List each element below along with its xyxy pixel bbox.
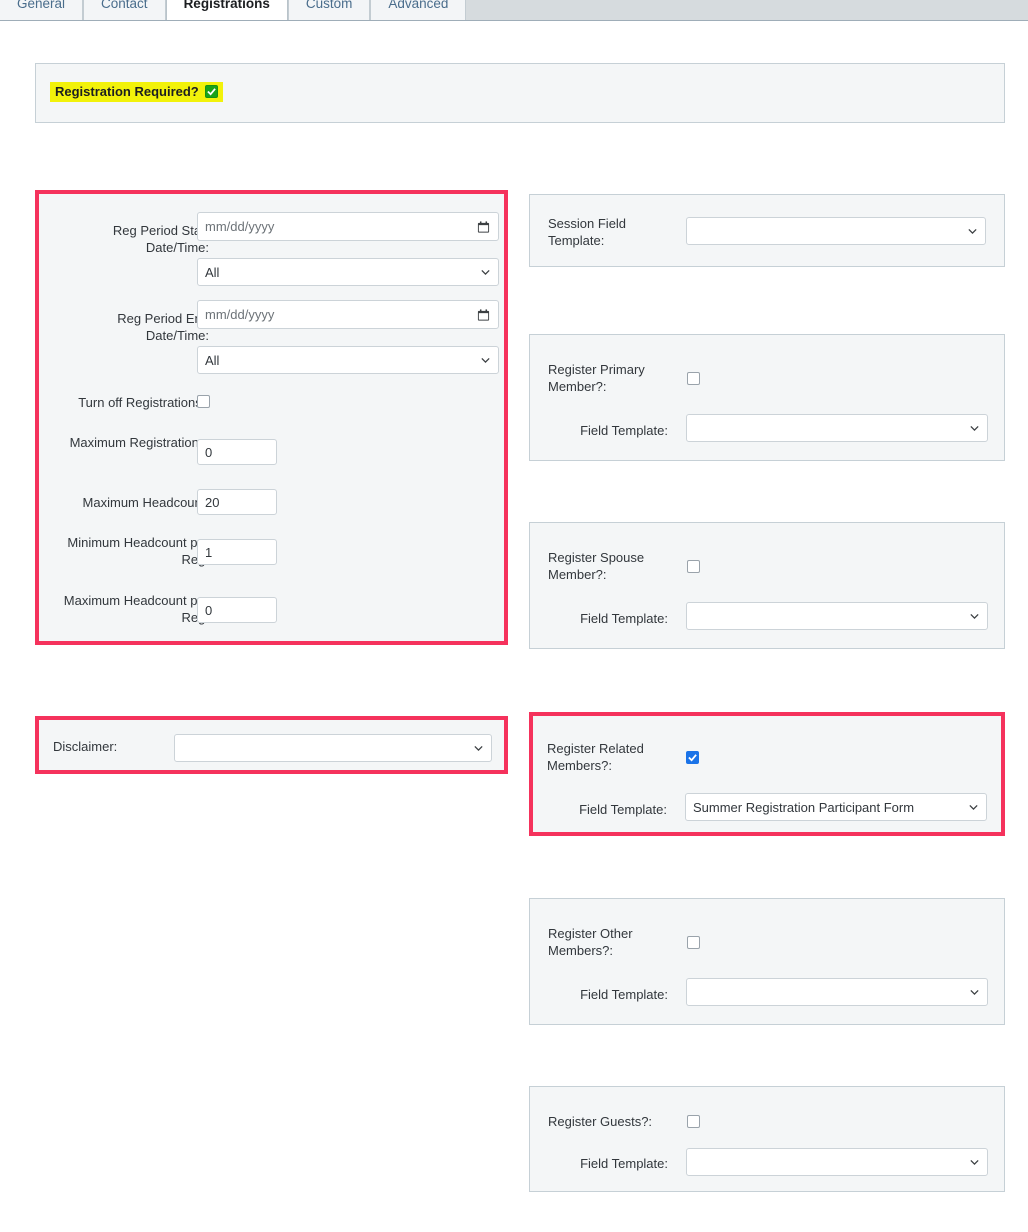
maximum-registrations-label: Maximum Registrations: [69, 435, 209, 450]
register-related-field-template-value: Summer Registration Participant Form [693, 799, 915, 815]
disclaimer-select[interactable] [174, 734, 492, 762]
chevron-down-icon [970, 1159, 979, 1166]
register-related-field-template-select[interactable]: Summer Registration Participant Form [685, 793, 987, 821]
register-other-members-panel: Register Other Members?: Field Template: [529, 898, 1005, 1025]
tab-bar: General Contact Registrations Custom Adv… [0, 0, 1028, 21]
reg-period-end-label: Reg Period End Date/Time: [117, 311, 209, 343]
registration-required-checkbox[interactable] [204, 85, 218, 98]
register-guests-panel: Register Guests?: Field Template: [529, 1086, 1005, 1192]
tab-advanced[interactable]: Advanced [370, 0, 467, 20]
maximum-registrations-input[interactable] [197, 439, 277, 465]
register-spouse-field-template-label: Field Template: [580, 611, 668, 626]
register-other-field-template-select[interactable] [686, 978, 988, 1006]
chevron-down-icon [481, 357, 490, 364]
reg-period-end-time-select[interactable]: All [197, 346, 499, 374]
register-spouse-member-label: Register Spouse Member?: [548, 550, 645, 582]
reg-period-end-date-placeholder: mm/dd/yyyy [205, 307, 275, 322]
register-related-field-template-label: Field Template: [579, 802, 667, 817]
tab-contact[interactable]: Contact [83, 0, 166, 20]
registration-required-panel: Registration Required? [35, 63, 1005, 123]
register-other-members-label: Register Other Members?: [548, 926, 633, 958]
reg-period-end-time-value: All [205, 352, 220, 368]
disclaimer-label: Disclaimer: [53, 739, 118, 754]
reg-period-start-date-placeholder: mm/dd/yyyy [205, 219, 275, 234]
chevron-down-icon [970, 613, 979, 620]
register-spouse-member-panel: Register Spouse Member?: Field Template: [529, 522, 1005, 649]
session-field-template-label: Session Field Template: [548, 216, 627, 248]
tab-registrations[interactable]: Registrations [165, 0, 288, 20]
calendar-icon[interactable] [477, 308, 490, 321]
register-guests-checkbox[interactable] [687, 1115, 700, 1128]
maximum-headcount-input[interactable] [197, 489, 277, 515]
session-field-template-select[interactable] [686, 217, 986, 245]
register-guests-field-template-label: Field Template: [580, 1156, 668, 1171]
minimum-headcount-per-reg-input[interactable] [197, 539, 277, 565]
chevron-down-icon [474, 745, 483, 752]
register-primary-member-checkbox[interactable] [687, 372, 700, 385]
register-primary-field-template-label: Field Template: [580, 423, 668, 438]
minimum-headcount-per-reg-label: Minimum Headcount per Reg: [67, 535, 209, 567]
chevron-down-icon [970, 989, 979, 996]
reg-period-start-date-input[interactable]: mm/dd/yyyy [197, 212, 499, 241]
register-primary-member-label: Register Primary Member?: [548, 362, 645, 394]
reg-period-start-label: Reg Period Start Date/Time: [112, 223, 209, 255]
register-other-members-checkbox[interactable] [687, 936, 700, 949]
register-spouse-member-checkbox[interactable] [687, 560, 700, 573]
register-spouse-field-template-select[interactable] [686, 602, 988, 630]
maximum-headcount-per-reg-label: Maximum Headcount per Reg: [63, 593, 209, 625]
session-field-template-panel: Session Field Template: [529, 194, 1005, 267]
register-related-members-label: Register Related Members?: [547, 741, 644, 773]
tab-custom[interactable]: Custom [287, 0, 371, 20]
disclaimer-panel: Disclaimer: [35, 716, 508, 774]
reg-period-start-time-select[interactable]: All [197, 258, 499, 286]
turn-off-registrations-label: Turn off Registrations? [78, 395, 209, 410]
register-related-members-panel: Register Related Members?: Field Templat… [529, 712, 1005, 836]
chevron-down-icon [969, 804, 978, 811]
chevron-down-icon [970, 425, 979, 432]
register-guests-field-template-select[interactable] [686, 1148, 988, 1176]
chevron-down-icon [968, 228, 977, 235]
register-related-members-checkbox[interactable] [686, 751, 699, 764]
reg-period-end-date-input[interactable]: mm/dd/yyyy [197, 300, 499, 329]
registration-required-text: Registration Required? [55, 84, 199, 99]
tab-general[interactable]: General [0, 0, 84, 20]
turn-off-registrations-checkbox[interactable] [197, 395, 210, 408]
register-other-field-template-label: Field Template: [580, 987, 668, 1002]
register-primary-member-panel: Register Primary Member?: Field Template… [529, 334, 1005, 461]
register-primary-field-template-select[interactable] [686, 414, 988, 442]
register-guests-label: Register Guests?: [548, 1114, 653, 1129]
registration-period-panel: Reg Period Start Date/Time: mm/dd/yyyy A… [35, 190, 508, 645]
maximum-headcount-label: Maximum Headcount: [82, 495, 209, 510]
calendar-icon[interactable] [477, 220, 490, 233]
maximum-headcount-per-reg-input[interactable] [197, 597, 277, 623]
reg-period-start-time-value: All [205, 264, 220, 280]
chevron-down-icon [481, 269, 490, 276]
registration-required-label: Registration Required? [50, 82, 223, 102]
